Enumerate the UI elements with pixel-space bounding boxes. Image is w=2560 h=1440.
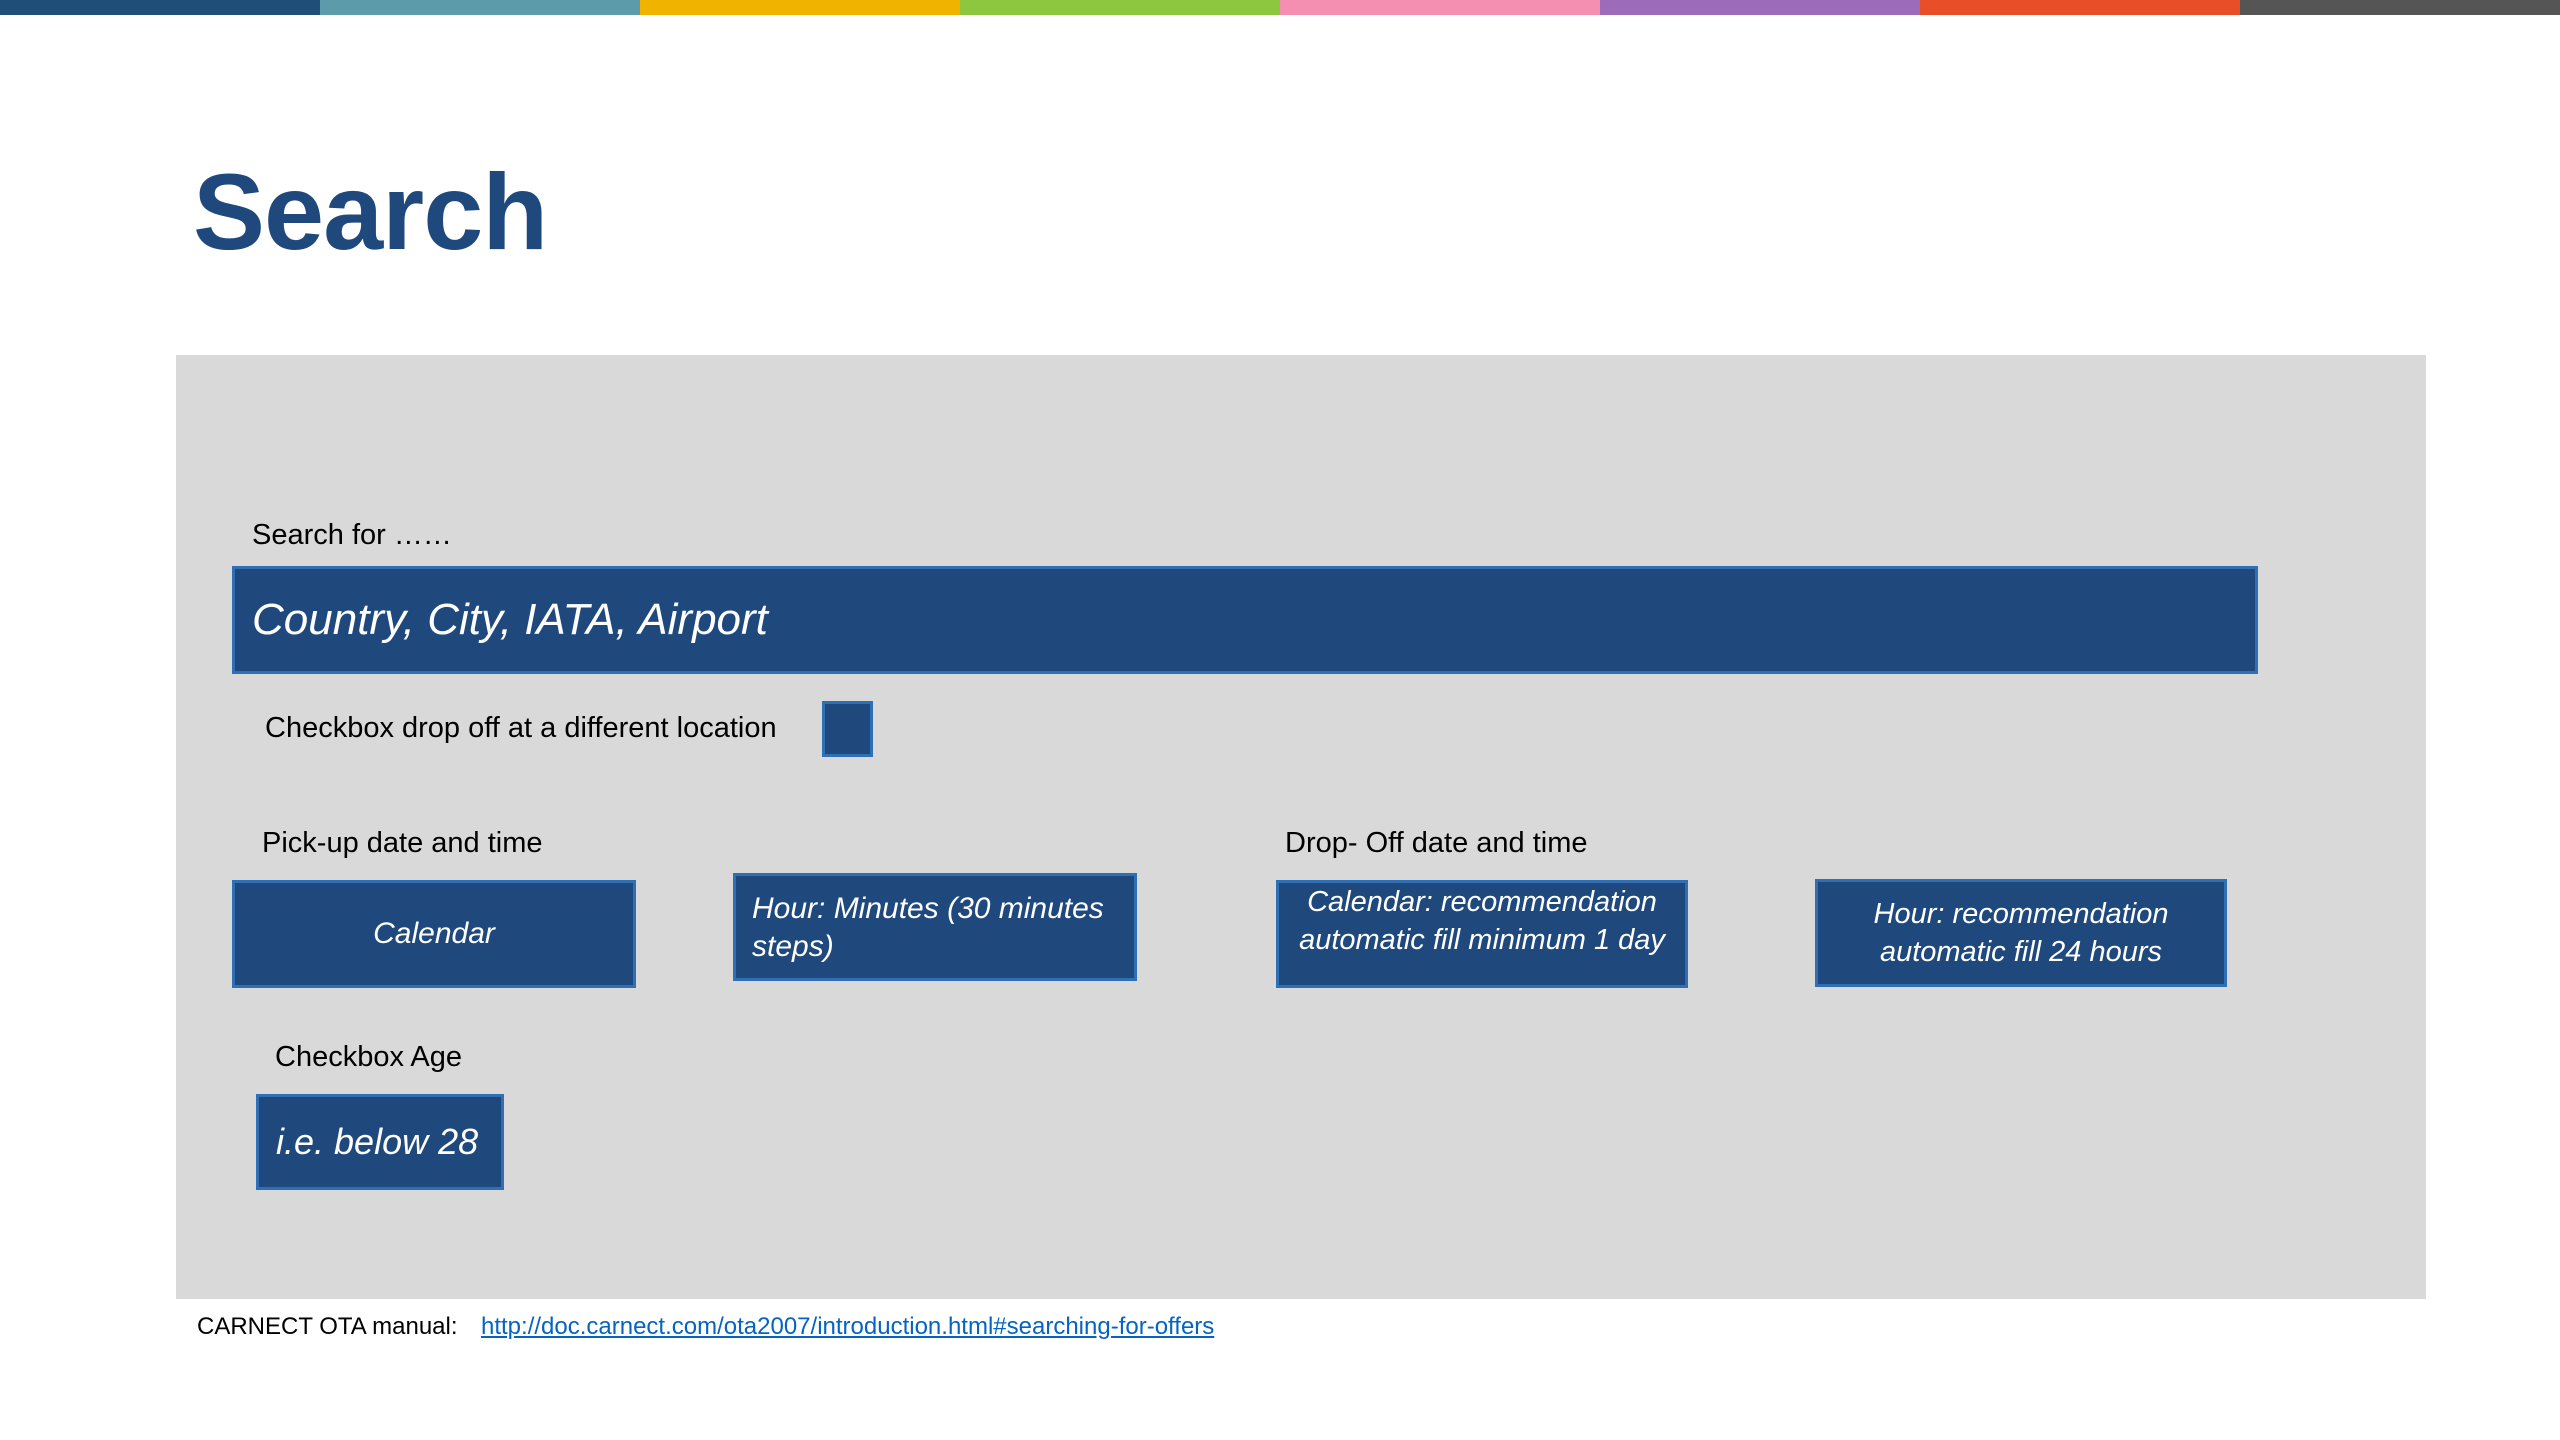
age-input-text: i.e. below 28	[276, 1121, 479, 1162]
search-input-placeholder: Country, City, IATA, Airport	[252, 595, 768, 644]
pickup-hour-text: Hour: Minutes (30 minutes steps)	[752, 892, 1104, 963]
slide: Search Search for …… Country, City, IATA…	[0, 0, 2560, 1440]
color-stripe	[0, 0, 2560, 15]
stripe-segment	[1280, 0, 1600, 15]
search-for-label: Search for ……	[252, 519, 452, 551]
page-title: Search	[193, 151, 548, 272]
dropoff-calendar-text: Calendar: recommendation automatic fill …	[1299, 886, 1665, 956]
dropoff-label: Drop- Off date and time	[1285, 827, 1588, 859]
stripe-segment	[320, 0, 640, 15]
dropoff-location-label: Checkbox drop off at a different locatio…	[265, 712, 777, 744]
stripe-segment	[960, 0, 1280, 15]
pickup-calendar-text: Calendar	[373, 917, 495, 950]
age-input[interactable]: i.e. below 28	[256, 1094, 504, 1190]
stripe-segment	[1600, 0, 1920, 15]
dropoff-hour-text: Hour: recommendation automatic fill 24 h…	[1873, 898, 2169, 968]
dropoff-location-checkbox[interactable]	[822, 701, 873, 757]
pickup-hour-select[interactable]: Hour: Minutes (30 minutes steps)	[733, 873, 1137, 981]
stripe-segment	[640, 0, 960, 15]
stripe-segment	[0, 0, 320, 15]
pickup-label: Pick-up date and time	[262, 827, 543, 859]
dropoff-hour-select[interactable]: Hour: recommendation automatic fill 24 h…	[1815, 879, 2227, 987]
pickup-calendar-button[interactable]: Calendar	[232, 880, 636, 988]
footer-manual-link[interactable]: http://doc.carnect.com/ota2007/introduct…	[481, 1311, 1214, 1343]
dropoff-calendar-button[interactable]: Calendar: recommendation automatic fill …	[1276, 880, 1688, 988]
search-input[interactable]: Country, City, IATA, Airport	[232, 566, 2258, 674]
stripe-segment	[2240, 0, 2560, 15]
stripe-segment	[1920, 0, 2240, 15]
footer-manual-label: CARNECT OTA manual:	[197, 1313, 458, 1340]
age-label: Checkbox Age	[275, 1041, 463, 1073]
